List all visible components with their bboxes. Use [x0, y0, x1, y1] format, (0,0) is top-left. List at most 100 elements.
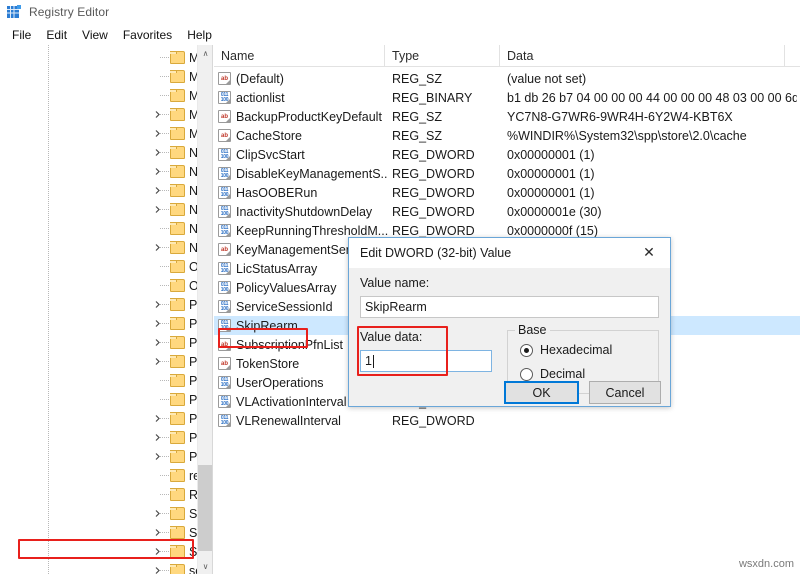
tree-item[interactable]: OEM [0, 257, 212, 276]
table-row[interactable]: 011 100 InactivityShutdownDelay REG_DWORD 0x… [214, 202, 800, 221]
tree-item[interactable]: Schedule [0, 504, 212, 523]
menu-edit[interactable]: Edit [39, 26, 75, 44]
tree-item[interactable]: MCI Extensions [0, 48, 212, 67]
tree-item[interactable]: Ports [0, 371, 212, 390]
registry-editor-window: Registry Editor File Edit View Favorites… [0, 0, 800, 574]
value-type-cell: REG_DWORD [392, 413, 475, 428]
tree-item[interactable]: RemoteRegistry [0, 485, 212, 504]
tree-item[interactable]: OpenGLDrivers [0, 276, 212, 295]
folder-icon [170, 507, 185, 520]
folder-icon [170, 374, 185, 387]
tree-item[interactable]: Print [0, 409, 212, 428]
table-row[interactable]: 011 100 DisableKeyManagementS... REG_DWORD 0… [214, 164, 800, 183]
tree-connector [160, 456, 169, 457]
folder-icon [170, 165, 185, 178]
radio-dot-icon [520, 343, 533, 357]
table-row[interactable]: 011 100 ClipSvcStart REG_DWORD 0x00000001 (1… [214, 145, 800, 164]
tree-connector [160, 114, 169, 115]
table-row[interactable]: 011 100 actionlist REG_BINARY b1 db 26 b7 04… [214, 88, 800, 107]
window-title: Registry Editor [29, 5, 110, 19]
value-name-cell: CacheStore [236, 128, 303, 143]
table-row[interactable]: 011 100 HasOOBERun REG_DWORD 0x00000001 (1) [214, 183, 800, 202]
binary-value-icon: 011 100 [218, 167, 231, 180]
tree-item[interactable]: Multimedia [0, 124, 212, 143]
radio-dot-icon [520, 367, 533, 381]
folder-icon [170, 203, 185, 216]
binary-value-icon: 011 100 [218, 414, 231, 427]
tree-item[interactable]: MiniDumpAuxiliaryD [0, 86, 212, 105]
scroll-up-icon[interactable]: ∧ [198, 45, 212, 61]
string-value-icon: ab [218, 338, 231, 351]
tree-item[interactable]: NetworkCards [0, 143, 212, 162]
ok-button[interactable]: OK [504, 381, 579, 404]
tree-item[interactable]: ProfileList [0, 428, 212, 447]
cancel-button[interactable]: Cancel [589, 381, 661, 404]
tree-item[interactable]: NtVdm64 [0, 238, 212, 257]
scroll-down-icon[interactable]: ∨ [198, 558, 212, 574]
tree-connector [160, 475, 169, 476]
tree-item[interactable]: Perflib [0, 333, 212, 352]
tree-connector [160, 437, 169, 438]
binary-value-icon: 011 100 [218, 262, 231, 275]
folder-icon [170, 545, 185, 558]
tree-connector [160, 285, 169, 286]
menu-file[interactable]: File [5, 26, 39, 44]
folder-icon [170, 431, 185, 444]
binary-value-icon: 011 100 [218, 376, 231, 389]
tree-item[interactable]: Notifications [0, 200, 212, 219]
tree-item[interactable]: PerHwIdStorage [0, 352, 212, 371]
tree-item[interactable]: related.desc [0, 466, 212, 485]
column-header-data[interactable]: Data [500, 45, 785, 66]
table-row[interactable]: ab (Default) REG_SZ (value not set) [214, 69, 800, 88]
tree-item[interactable]: setup [0, 561, 212, 574]
tree-connector [160, 304, 169, 305]
tree-item[interactable]: Sensor [0, 542, 212, 561]
value-name-input[interactable]: SkipRearm [360, 296, 659, 318]
folder-icon [170, 336, 185, 349]
folder-icon [170, 412, 185, 425]
menu-view[interactable]: View [75, 26, 116, 44]
tree-connector [160, 361, 169, 362]
tree-item[interactable]: PeerNet [0, 314, 212, 333]
value-type-cell: REG_DWORD [392, 147, 475, 162]
binary-value-icon: 011 100 [218, 148, 231, 161]
tree-item[interactable]: Prefetcher [0, 390, 212, 409]
radio-hexadecimal[interactable]: Hexadecimal [520, 343, 612, 357]
value-data-cell [507, 411, 797, 430]
value-name-cell: DisableKeyManagementS... [236, 166, 388, 181]
table-row[interactable]: 011 100 VLRenewalInterval REG_DWORD [214, 411, 800, 430]
radio-decimal[interactable]: Decimal [520, 367, 585, 381]
column-header-name[interactable]: Name [214, 45, 385, 66]
tree-connector [160, 418, 169, 419]
tree-connector [160, 209, 169, 210]
close-icon[interactable]: ✕ [628, 238, 670, 267]
menu-help[interactable]: Help [180, 26, 220, 44]
tree-connector [160, 342, 169, 343]
tree-item[interactable]: NowPlayingSessionM [0, 219, 212, 238]
value-name-cell: (Default) [236, 71, 284, 86]
tree-scrollbar[interactable]: ∧ ∨ [197, 45, 212, 574]
folder-icon [170, 70, 185, 83]
table-row[interactable]: ab CacheStore REG_SZ %WINDIR%\System32\spp\… [214, 126, 800, 145]
dialog-body: Value name: SkipRearm Value data: 1 Base… [349, 268, 670, 406]
value-data-input[interactable]: 1 [360, 350, 492, 372]
menu-favorites[interactable]: Favorites [116, 26, 180, 44]
tree-item[interactable]: MCI32 [0, 67, 212, 86]
table-row[interactable]: ab BackupProductKeyDefault REG_SZ YC7N8-G7W… [214, 107, 800, 126]
registry-tree-pane[interactable]: MCI ExtensionsMCI32MiniDumpAuxiliaryDMsi… [0, 45, 213, 574]
tree-connector [160, 57, 169, 58]
tree-connector [160, 570, 169, 571]
value-name-label: Value name: [360, 276, 430, 290]
tree-item[interactable]: MsiCorruptedFileRec [0, 105, 212, 124]
chevron-right-icon[interactable] [150, 561, 164, 574]
tree-item[interactable]: NoImeModeImes [0, 181, 212, 200]
column-header-type[interactable]: Type [385, 45, 500, 66]
tree-item[interactable]: PeerDist [0, 295, 212, 314]
binary-value-icon: 011 100 [218, 395, 231, 408]
tree-item[interactable]: SecEdit [0, 523, 212, 542]
tree-item[interactable]: NetworkList [0, 162, 212, 181]
tree-scroll-thumb[interactable] [198, 465, 212, 551]
tree-connector [160, 380, 169, 381]
folder-icon [170, 51, 185, 64]
tree-item[interactable]: ProfileNotification [0, 447, 212, 466]
